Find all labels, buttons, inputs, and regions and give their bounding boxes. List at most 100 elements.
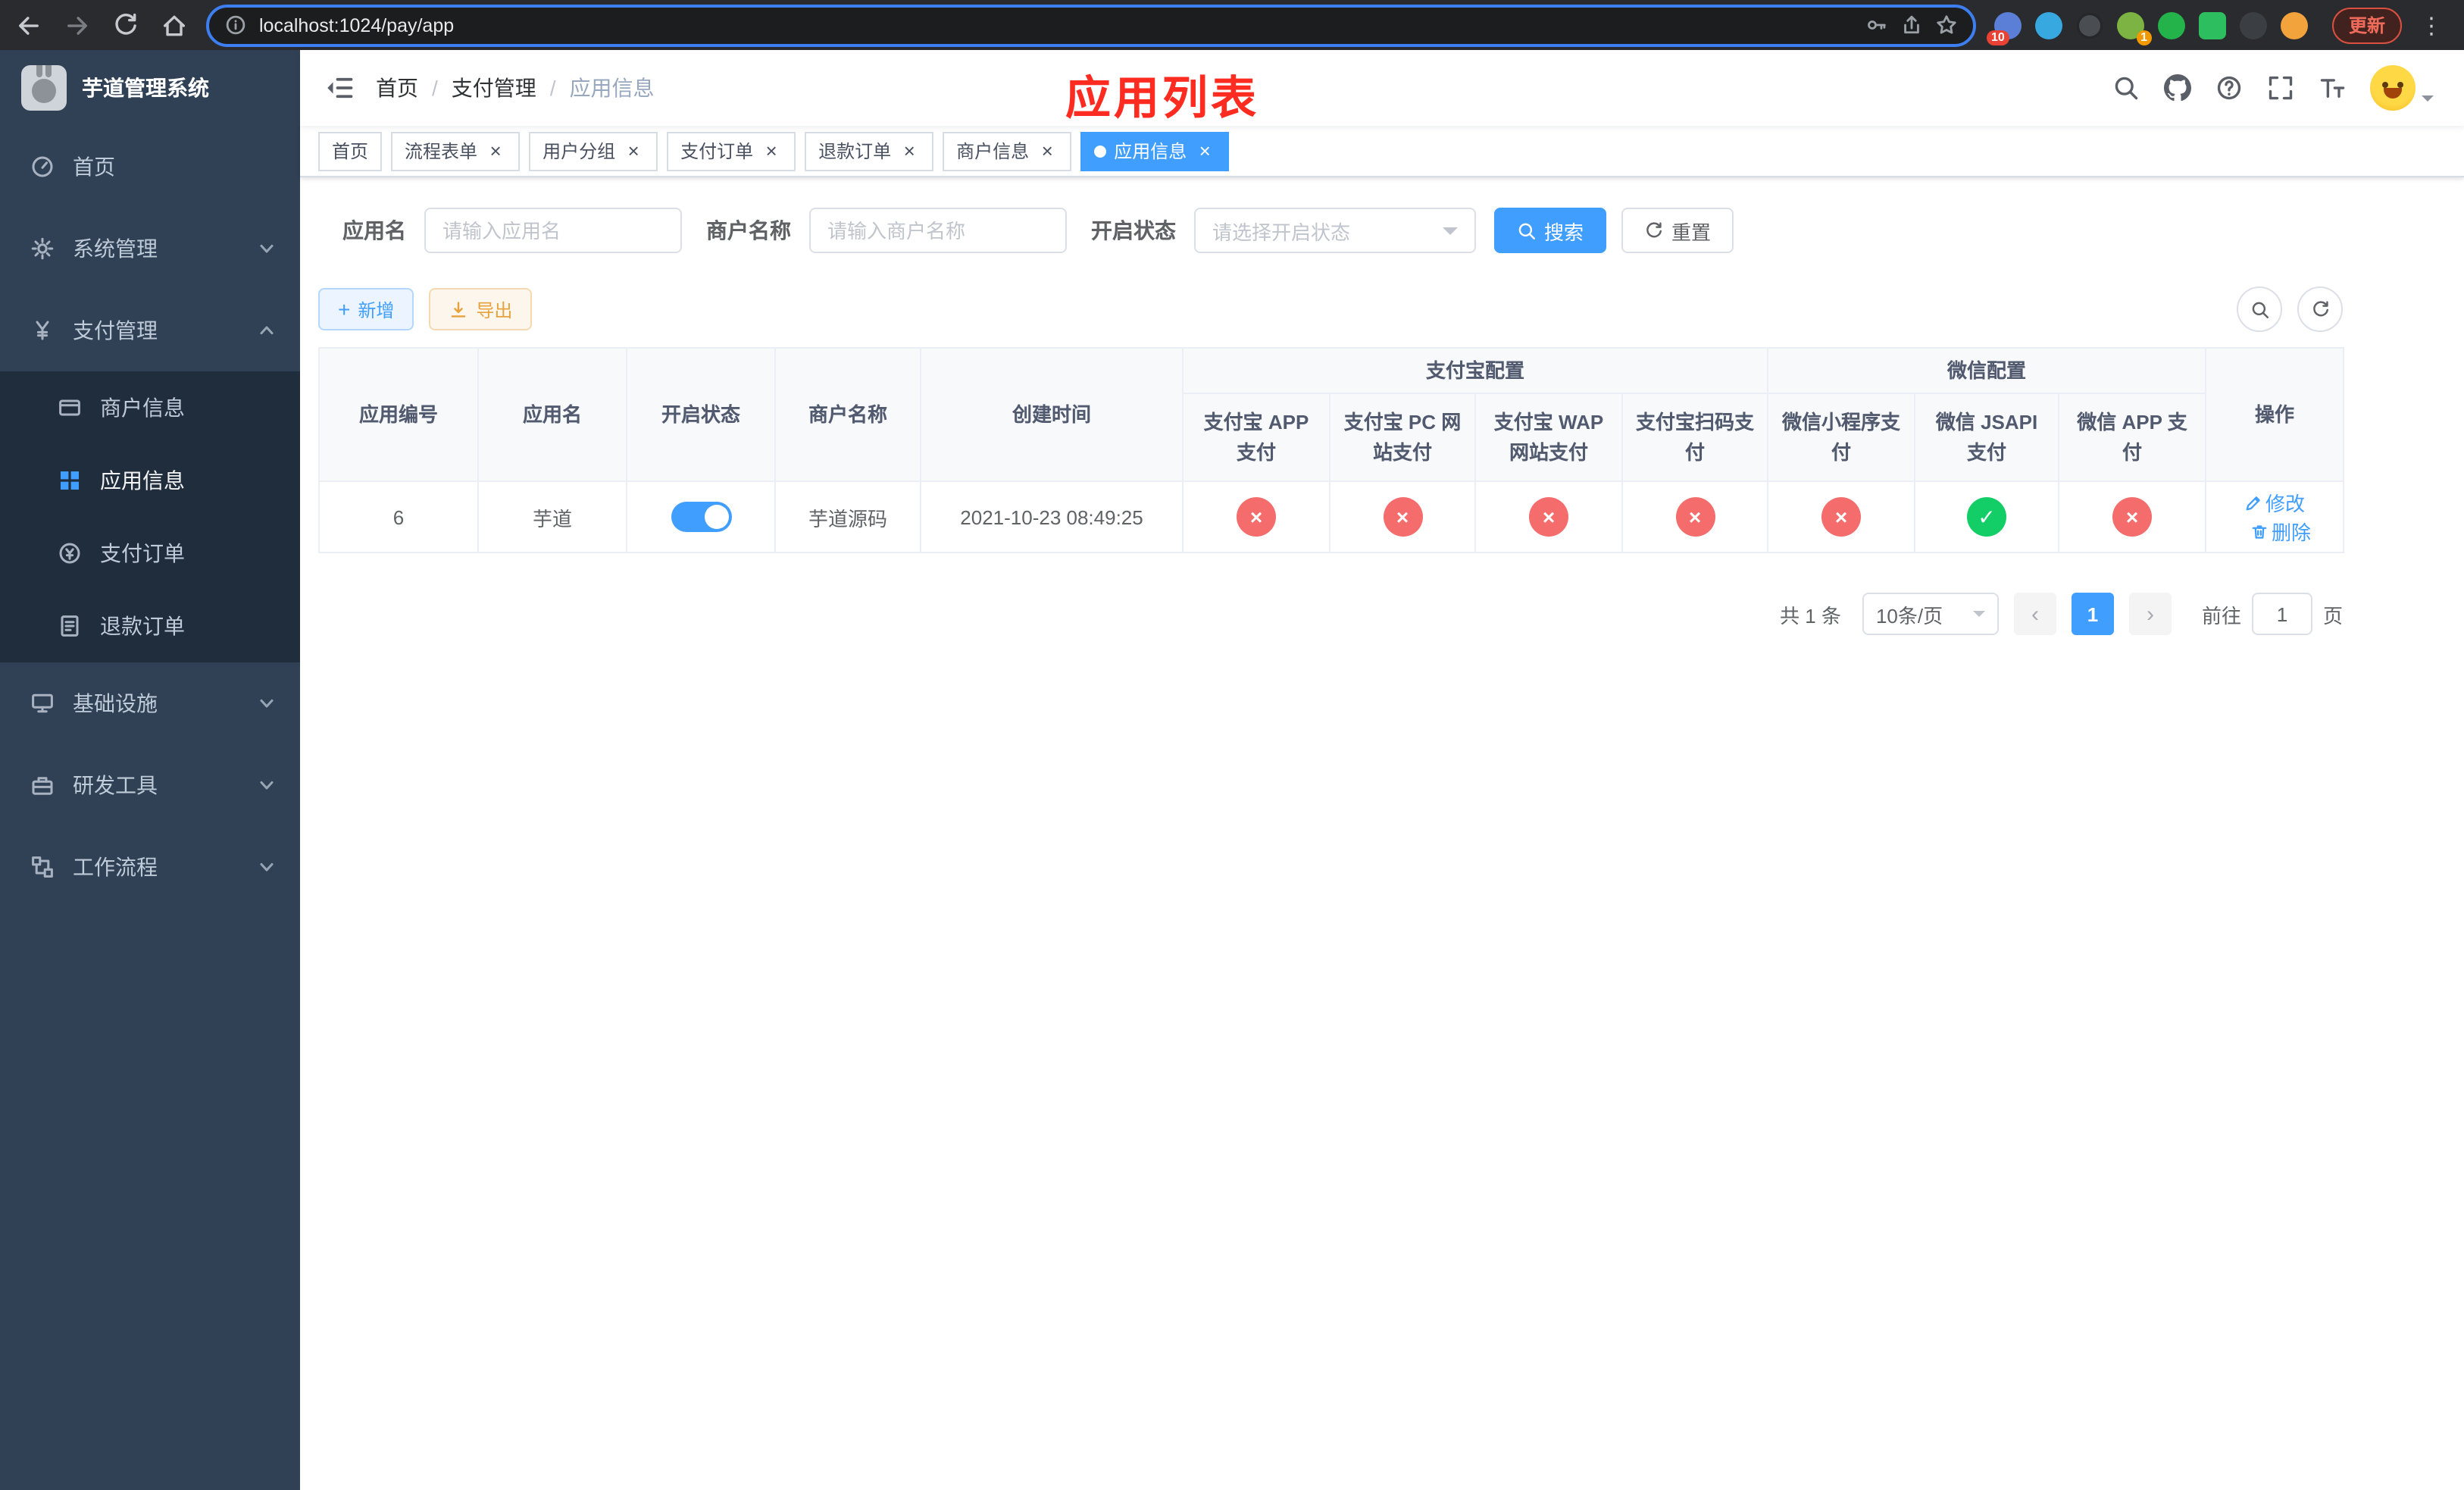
tab-home[interactable]: 首页 [318,131,383,171]
close-icon[interactable]: × [485,140,506,161]
status-fail-icon: × [1675,497,1715,537]
url-bar[interactable]: localhost:1024/pay/app [206,4,1976,46]
tab-user-group[interactable]: 用户分组 × [529,131,658,171]
extension-icon[interactable]: 1 [2116,11,2152,45]
edit-link[interactable]: 修改 [2244,488,2305,517]
page-size-select[interactable]: 10条/页 [1862,593,1999,635]
cell-alipay-wap: × [1474,480,1623,553]
document-icon [61,615,79,637]
font-size-icon[interactable] [2319,74,2346,102]
tab-merchant-info[interactable]: 商户信息 × [943,131,1072,171]
help-icon[interactable] [2215,74,2243,102]
close-icon[interactable]: × [1037,140,1058,161]
grid-icon [61,471,79,490]
home-icon[interactable] [161,11,188,39]
sidebar-item-infra[interactable]: 基础设施 [0,662,300,744]
tab-process-form[interactable]: 流程表单 × [391,131,521,171]
extension-icon[interactable]: 10 [1986,11,2022,45]
sidebar-item-merchant-info[interactable]: 商户信息 [0,371,300,444]
merchant-name-label: 商户名称 [706,218,791,243]
bank-card-icon [59,399,80,416]
share-icon[interactable] [1900,14,1923,36]
breadcrumb-home[interactable]: 首页 [376,73,418,103]
user-avatar[interactable] [2370,65,2434,111]
tab-pay-order[interactable]: 支付订单 × [667,131,796,171]
sidebar-item-app-info[interactable]: 应用信息 [0,444,300,517]
export-button[interactable]: 导出 [429,288,533,330]
toggle-search-button[interactable] [2237,286,2282,332]
back-icon[interactable] [15,11,42,39]
sidebar-item-system[interactable]: 系统管理 [0,208,300,290]
breadcrumb-separator: / [549,76,556,100]
reset-button[interactable]: 重置 [1621,208,1734,253]
page-number-1[interactable]: 1 [2071,593,2114,635]
key-icon[interactable] [1865,14,1888,36]
app-name-input[interactable] [424,208,682,253]
pay-order-icon [59,543,80,564]
browser-nav-buttons [15,11,188,39]
refresh-icon [2312,300,2328,316]
filter-bar: 应用名 商户名称 开启状态 请选择开启状态 搜索 重置 [342,208,2343,253]
goto-label: 前往 [2201,604,2241,627]
search-icon [1518,222,1535,239]
close-icon[interactable]: × [623,140,644,161]
delete-link[interactable]: 删除 [2250,517,2311,546]
merchant-name-input[interactable] [809,208,1067,253]
sidebar-item-pay-order[interactable]: 支付订单 [0,517,300,590]
col-wechat-app: 微信 APP 支付 [2058,393,2207,482]
refresh-icon [1646,221,1662,237]
chevron-up-icon [260,326,274,335]
fullscreen-icon[interactable] [2267,74,2294,102]
refresh-table-button[interactable] [2297,286,2343,332]
sidebar-item-home[interactable]: 首页 [0,126,300,208]
table-toolbar: + 新增 导出 [318,286,2343,332]
col-alipay-app: 支付宝 APP 支付 [1182,393,1330,482]
col-status: 开启状态 [626,347,776,482]
app-name-label: 应用名 [342,218,406,243]
github-icon[interactable] [2164,74,2191,102]
download-icon [452,301,466,317]
status-toggle[interactable] [671,502,731,532]
col-app-id: 应用编号 [318,347,479,482]
sidebar-item-workflow[interactable]: 工作流程 [0,826,300,908]
browser-menu-icon[interactable]: ⋮ [2414,11,2449,39]
sidebar-fold-icon[interactable] [324,73,355,103]
sidebar: 芋道管理系统 首页 系统管理 支付管理 商户信息 应用信息 支付订单 退款订单 … [0,50,300,1490]
sidebar-item-dev-tools[interactable]: 研发工具 [0,744,300,826]
plus-icon: + [338,297,351,321]
extension-icon[interactable] [2075,11,2103,39]
close-icon[interactable]: × [899,140,920,161]
extension-icon[interactable] [2034,11,2062,39]
bookmark-star-icon[interactable] [1935,14,1958,36]
cell-actions: 修改 删除 [2205,480,2345,553]
profile-avatar-icon[interactable] [2280,11,2308,39]
chrome-update-button[interactable]: 更新 [2331,7,2402,43]
extension-icon[interactable] [2239,11,2267,39]
forward-icon[interactable] [64,11,91,39]
goto-page-input[interactable] [2251,593,2312,635]
select-caret-icon [1972,611,1985,623]
breadcrumb-section[interactable]: 支付管理 [452,73,536,103]
close-icon[interactable]: × [761,140,782,161]
breadcrumb-separator: / [432,76,438,100]
tab-refund-order[interactable]: 退款订单 × [805,131,934,171]
search-icon[interactable] [2112,74,2140,102]
sidebar-item-payment[interactable]: 支付管理 [0,290,300,371]
add-button[interactable]: + 新增 [318,288,414,330]
search-button[interactable]: 搜索 [1494,208,1607,253]
sidebar-item-refund-order[interactable]: 退款订单 [0,590,300,662]
reload-icon[interactable] [112,11,139,39]
next-page-button[interactable]: › [2128,593,2172,635]
close-icon[interactable]: × [1194,140,1215,161]
status-select[interactable]: 请选择开启状态 [1194,208,1476,253]
prev-page-button[interactable]: ‹ [2013,593,2056,635]
page-unit-label: 页 [2322,604,2343,627]
extension-icon[interactable] [2157,11,2185,39]
avatar-caret-icon [2422,95,2434,108]
app-table: 应用编号 应用名 开启状态 商户名称 创建时间 支付宝配置 微信配置 操作 支付… [318,347,2345,553]
info-icon[interactable] [224,14,247,36]
tab-app-info[interactable]: 应用信息 × [1080,131,1230,171]
cell-alipay-pc: × [1329,480,1476,553]
active-dot [1094,145,1107,157]
extension-icon[interactable] [2198,11,2226,39]
